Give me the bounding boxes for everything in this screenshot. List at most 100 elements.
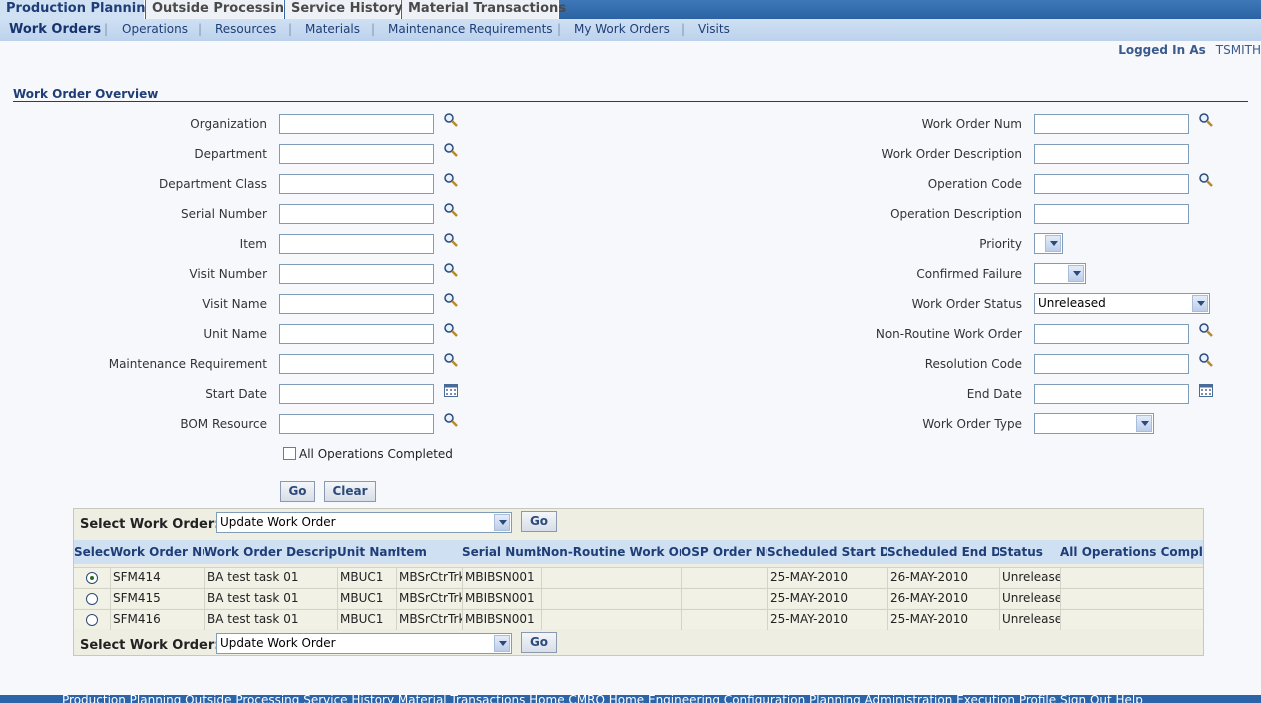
tab-outside-processing[interactable]: Outside Processing bbox=[146, 0, 293, 19]
subnav-separator: | bbox=[681, 22, 686, 36]
search-icon[interactable] bbox=[1198, 172, 1214, 188]
resolution-code-input[interactable] bbox=[1034, 354, 1189, 374]
search-icon[interactable] bbox=[443, 172, 459, 188]
organization-input[interactable] bbox=[279, 114, 434, 134]
search-icon[interactable] bbox=[443, 322, 459, 338]
column-header[interactable]: Select bbox=[74, 540, 110, 564]
start-date-input[interactable] bbox=[279, 384, 434, 404]
column-header[interactable]: Status bbox=[999, 540, 1060, 564]
search-icon[interactable] bbox=[443, 232, 459, 248]
search-icon[interactable] bbox=[1198, 352, 1214, 368]
column-header[interactable]: Work Order Num bbox=[110, 540, 204, 564]
row-select-radio[interactable] bbox=[86, 593, 98, 605]
search-icon[interactable] bbox=[443, 412, 459, 428]
chevron-down-icon bbox=[1136, 415, 1152, 432]
column-header[interactable]: Unit Name bbox=[337, 540, 396, 564]
select-work-order-action-bottom[interactable]: Update Work Order bbox=[216, 633, 512, 654]
subnav-my-work-orders[interactable]: My Work Orders bbox=[574, 19, 670, 41]
results-go-button-top[interactable]: Go bbox=[521, 511, 557, 532]
non-routine-work-order-input[interactable] bbox=[1034, 324, 1189, 344]
search-icon[interactable] bbox=[443, 352, 459, 368]
visit-name-input[interactable] bbox=[279, 294, 434, 314]
row-select-radio[interactable] bbox=[86, 572, 98, 584]
row-select-radio[interactable] bbox=[86, 614, 98, 626]
work-order-description-input[interactable] bbox=[1034, 144, 1189, 164]
operation-code-input[interactable] bbox=[1034, 174, 1189, 194]
calendar-icon[interactable] bbox=[443, 382, 459, 398]
table-header: SelectWork Order NumWork Order Descripti… bbox=[74, 540, 1203, 564]
search-icon[interactable] bbox=[1198, 322, 1214, 338]
column-header[interactable]: Scheduled End Date bbox=[887, 540, 999, 564]
table-cell-serial: MBIBSN001 bbox=[462, 589, 541, 609]
column-header[interactable]: Item bbox=[396, 540, 462, 564]
table-row[interactable]: SFM415BA test task 01MBUC1MBSrCtrTrk.MBI… bbox=[74, 588, 1203, 609]
serial-number-input[interactable] bbox=[279, 204, 434, 224]
column-header[interactable]: All Operations Completed bbox=[1060, 540, 1203, 564]
start-date-label: Start Date bbox=[205, 387, 267, 401]
organization-label: Organization bbox=[190, 117, 267, 131]
subnav-resources[interactable]: Resources bbox=[215, 19, 276, 41]
search-icon[interactable] bbox=[443, 142, 459, 158]
results-go-button-bottom[interactable]: Go bbox=[521, 632, 557, 653]
select-work-order-action-top[interactable]: Update Work Order bbox=[216, 512, 512, 533]
column-header[interactable]: Work Order Description bbox=[204, 540, 337, 564]
department-input[interactable] bbox=[279, 144, 434, 164]
maintenance-requirement-input[interactable] bbox=[279, 354, 434, 374]
logged-in-user: TSMITH bbox=[1215, 43, 1261, 57]
work-order-num-input[interactable] bbox=[1034, 114, 1189, 134]
table-cell-desc: BA test task 01 bbox=[204, 568, 337, 588]
table-cell-allops bbox=[1060, 568, 1203, 588]
table-row[interactable]: SFM414BA test task 01MBUC1MBSrCtrTrk.MBI… bbox=[74, 567, 1203, 588]
department-class-input[interactable] bbox=[279, 174, 434, 194]
search-icon[interactable] bbox=[443, 202, 459, 218]
table-row[interactable]: SFM416BA test task 01MBUC1MBSrCtrTrk.MBI… bbox=[74, 609, 1203, 630]
table-cell-num: SFM415 bbox=[110, 589, 204, 609]
work-order-type-select[interactable] bbox=[1034, 413, 1154, 434]
search-icon[interactable] bbox=[1198, 112, 1214, 128]
select-work-order-value-bottom: Update Work Order bbox=[220, 636, 336, 650]
footer-link-text[interactable]: Production Planning Outside Processing S… bbox=[62, 695, 1143, 703]
subnav-maintenance-requirements[interactable]: Maintenance Requirements bbox=[388, 19, 553, 41]
search-icon[interactable] bbox=[443, 112, 459, 128]
table-cell-start: 25-MAY-2010 bbox=[767, 568, 887, 588]
bom-resource-input[interactable] bbox=[279, 414, 434, 434]
work-order-status-value: Unreleased bbox=[1038, 296, 1106, 310]
resolution-code-label: Resolution Code bbox=[924, 357, 1022, 371]
search-icon[interactable] bbox=[443, 292, 459, 308]
serial-number-label: Serial Number bbox=[181, 207, 267, 221]
subnav-visits[interactable]: Visits bbox=[698, 19, 730, 41]
subnav-materials[interactable]: Materials bbox=[305, 19, 360, 41]
unit-name-label: Unit Name bbox=[203, 327, 267, 341]
tab-material-transactions[interactable]: Material Transactions bbox=[402, 0, 566, 19]
work-order-status-select[interactable]: Unreleased bbox=[1034, 293, 1210, 314]
all-operations-completed-checkbox[interactable] bbox=[283, 447, 296, 460]
column-header[interactable]: OSP Order Num bbox=[681, 540, 767, 564]
tab-production-planning[interactable]: Production Planning bbox=[0, 0, 155, 19]
operation-description-input[interactable] bbox=[1034, 204, 1189, 224]
table-cell-status: Unreleased bbox=[999, 568, 1060, 588]
subnav-separator: | bbox=[104, 22, 109, 36]
select-work-order-label-bottom: Select Work Order: bbox=[80, 638, 220, 653]
search-icon[interactable] bbox=[443, 262, 459, 278]
visit-number-input[interactable] bbox=[279, 264, 434, 284]
tab-service-history[interactable]: Service History bbox=[285, 0, 403, 19]
item-input[interactable] bbox=[279, 234, 434, 254]
all-operations-completed-label: All Operations Completed bbox=[299, 447, 453, 461]
priority-select[interactable] bbox=[1034, 233, 1063, 254]
confirmed-failure-select[interactable] bbox=[1034, 263, 1086, 284]
subnav-separator: | bbox=[198, 22, 203, 36]
chevron-down-icon bbox=[1045, 235, 1061, 252]
subnav-operations[interactable]: Operations bbox=[122, 19, 188, 41]
subnav-work-orders[interactable]: Work Orders bbox=[9, 19, 101, 41]
column-header[interactable]: Scheduled Start Date bbox=[767, 540, 887, 564]
column-header[interactable]: Serial Number bbox=[462, 540, 541, 564]
calendar-icon[interactable] bbox=[1198, 382, 1214, 398]
clear-button[interactable]: Clear bbox=[324, 481, 376, 502]
bom-resource-label: BOM Resource bbox=[180, 417, 267, 431]
unit-name-input[interactable] bbox=[279, 324, 434, 344]
column-header[interactable]: Non-Routine Work Order bbox=[541, 540, 681, 564]
non-routine-work-order-label: Non-Routine Work Order bbox=[875, 327, 1022, 341]
table-cell-serial: MBIBSN001 bbox=[462, 610, 541, 630]
go-button[interactable]: Go bbox=[280, 481, 315, 502]
end-date-input[interactable] bbox=[1034, 384, 1189, 404]
